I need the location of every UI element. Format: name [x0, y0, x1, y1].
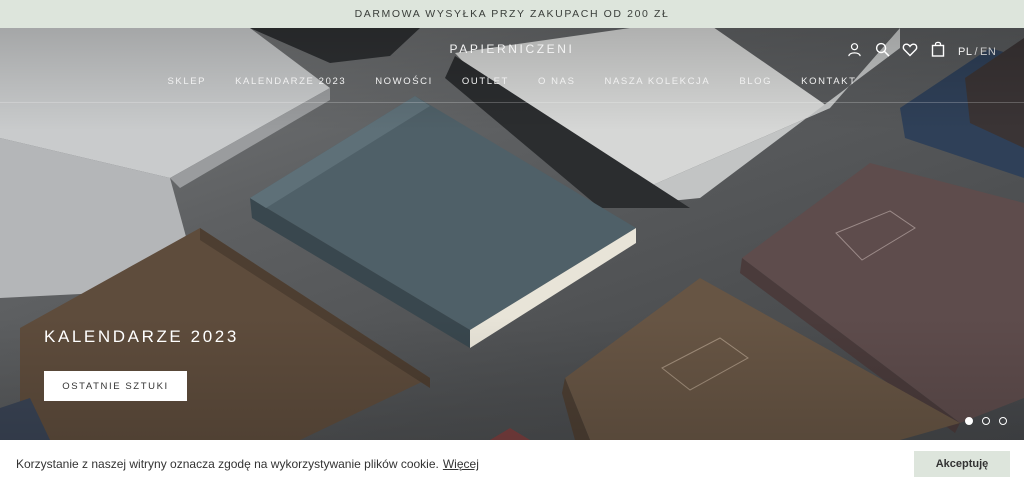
announcement-text: DARMOWA WYSYŁKA PRZY ZAKUPACH OD 200 ZŁ: [354, 8, 670, 20]
nav-blog[interactable]: BLOG: [725, 76, 787, 87]
cookie-more-link[interactable]: Więcej: [443, 457, 479, 471]
slider-dots: [965, 417, 1007, 425]
nav-kontakt[interactable]: KONTAKT: [787, 76, 871, 87]
heart-icon[interactable]: [901, 40, 919, 58]
nav-o-nas[interactable]: O NAS: [523, 76, 590, 87]
cookie-accept-button[interactable]: Akceptuję: [914, 451, 1010, 477]
slider-dot-1[interactable]: [965, 417, 973, 425]
nav-nasza-kolekcja[interactable]: NASZA KOLEKCJA: [590, 76, 725, 87]
bag-icon[interactable]: [929, 40, 947, 58]
main-nav: SKLEP KALENDARZE 2023 NOWOŚCI OUTLET O N…: [0, 76, 1024, 87]
nav-outlet[interactable]: OUTLET: [447, 76, 523, 87]
hero-cta-button[interactable]: OSTATNIE SZTUKI: [44, 371, 187, 401]
nav-nowosci[interactable]: NOWOŚCI: [361, 76, 448, 87]
nav-kalendarze-2023[interactable]: KALENDARZE 2023: [221, 76, 361, 87]
hero-banner: PAPIERNICZENI PL / EN SKLEP KALENDARZE 202…: [0, 28, 1024, 440]
lang-separator: /: [974, 46, 979, 58]
hero-title: KALENDARZE 2023: [44, 327, 239, 346]
cookie-banner: Korzystanie z naszej witryny oznacza zgo…: [0, 440, 1024, 485]
slider-dot-3[interactable]: [999, 417, 1007, 425]
slider-dot-2[interactable]: [982, 417, 990, 425]
nav-sklep[interactable]: SKLEP: [153, 76, 221, 87]
cookie-message-wrapper: Korzystanie z naszej witryny oznacza zgo…: [16, 457, 479, 471]
header-icons: [845, 40, 957, 58]
nav-divider: [0, 102, 1024, 103]
announcement-bar: DARMOWA WYSYŁKA PRZY ZAKUPACH OD 200 ZŁ: [0, 0, 1024, 28]
cookie-message: Korzystanie z naszej witryny oznacza zgo…: [16, 457, 439, 471]
search-icon[interactable]: [873, 40, 891, 58]
lang-pl[interactable]: PL: [958, 46, 972, 58]
account-icon[interactable]: [845, 40, 863, 58]
language-switcher: PL / EN: [958, 46, 996, 58]
lang-en[interactable]: EN: [980, 46, 996, 58]
